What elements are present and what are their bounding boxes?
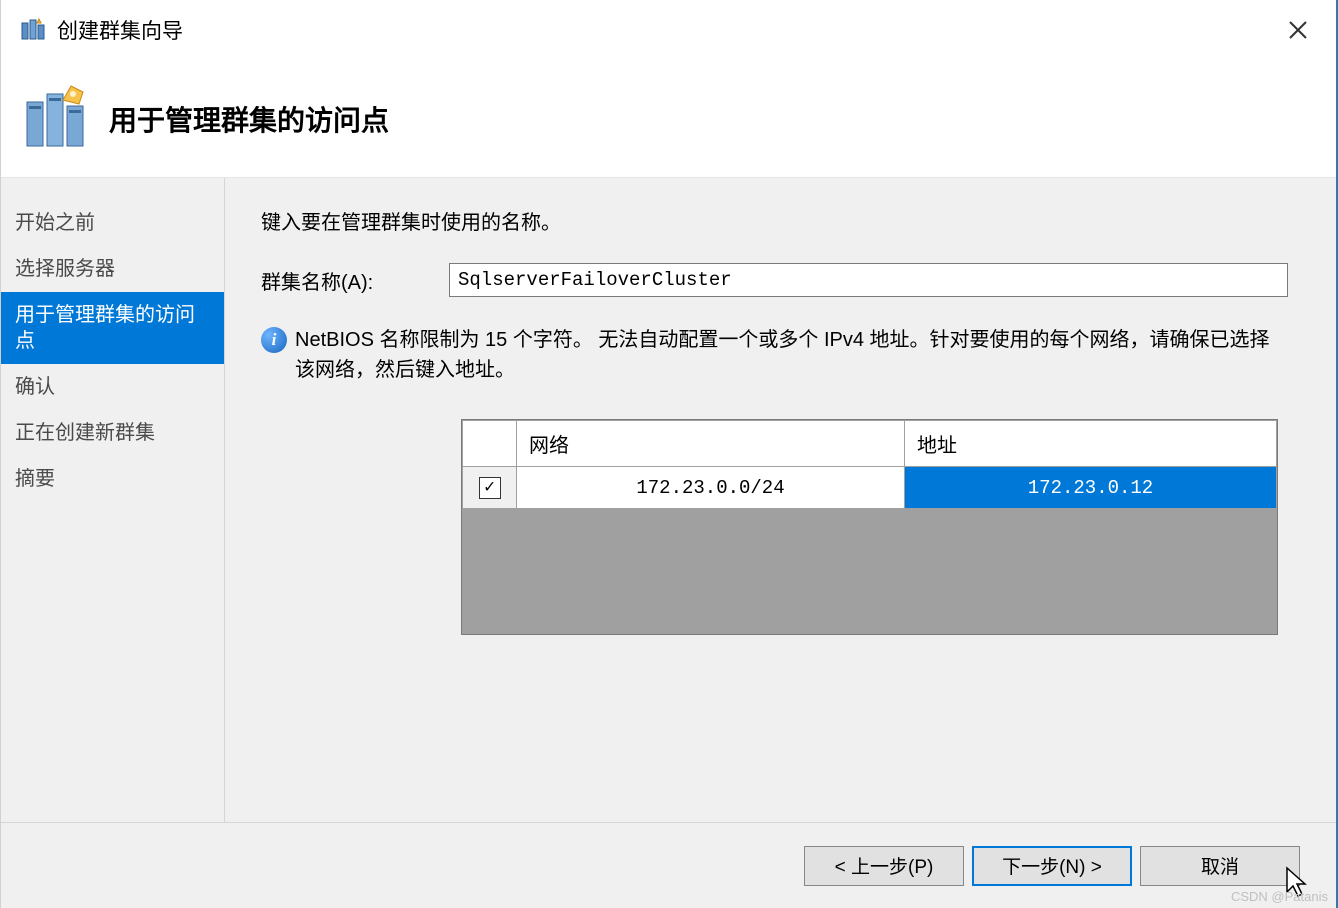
wizard-header: 用于管理群集的访问点 — [1, 60, 1336, 178]
cluster-name-row: 群集名称(A): — [261, 263, 1288, 297]
network-table-container: 网络 地址 ✓ 172.23.0.0/24 172.23.0.12 — [461, 419, 1278, 635]
table-header-check — [463, 421, 517, 467]
wizard-footer: < 上一步(P) 下一步(N) > 取消 — [1, 822, 1336, 908]
table-header-address: 地址 — [905, 421, 1277, 467]
info-message: i NetBIOS 名称限制为 15 个字符。 无法自动配置一个或多个 IPv4… — [261, 325, 1288, 385]
next-button[interactable]: 下一步(N) > — [972, 846, 1132, 886]
network-checkbox-cell: ✓ — [463, 467, 517, 509]
window-title: 创建群集向导 — [57, 15, 183, 45]
network-checkbox[interactable]: ✓ — [479, 477, 501, 499]
network-table: 网络 地址 ✓ 172.23.0.0/24 172.23.0.12 — [462, 420, 1277, 509]
sidebar-item-confirmation[interactable]: 确认 — [1, 364, 224, 410]
wizard-header-icon — [19, 80, 97, 158]
app-icon — [19, 16, 47, 44]
titlebar: 创建群集向导 — [1, 0, 1336, 60]
info-icon: i — [261, 327, 287, 353]
close-button[interactable] — [1278, 10, 1318, 50]
page-title: 用于管理群集的访问点 — [109, 99, 389, 139]
table-header-network: 网络 — [517, 421, 905, 467]
info-text: NetBIOS 名称限制为 15 个字符。 无法自动配置一个或多个 IPv4 地… — [295, 325, 1278, 385]
sidebar-item-before-begin[interactable]: 开始之前 — [1, 200, 224, 246]
wizard-body: 开始之前 选择服务器 用于管理群集的访问点 确认 正在创建新群集 摘要 键入要在… — [1, 178, 1336, 822]
previous-button[interactable]: < 上一步(P) — [804, 846, 964, 886]
close-icon — [1288, 20, 1308, 40]
sidebar-item-select-servers[interactable]: 选择服务器 — [1, 246, 224, 292]
cluster-name-label: 群集名称(A): — [261, 266, 449, 295]
network-cell[interactable]: 172.23.0.0/24 — [517, 467, 905, 509]
watermark: CSDN @Patanis — [1231, 889, 1328, 904]
sidebar-item-access-point[interactable]: 用于管理群集的访问点 — [1, 292, 224, 364]
sidebar-item-creating-cluster[interactable]: 正在创建新群集 — [1, 410, 224, 456]
sidebar-item-summary[interactable]: 摘要 — [1, 456, 224, 502]
wizard-content: 键入要在管理群集时使用的名称。 群集名称(A): i NetBIOS 名称限制为… — [225, 178, 1336, 822]
address-cell[interactable]: 172.23.0.12 — [905, 467, 1277, 509]
wizard-sidebar: 开始之前 选择服务器 用于管理群集的访问点 确认 正在创建新群集 摘要 — [1, 178, 225, 822]
cancel-button[interactable]: 取消 — [1140, 846, 1300, 886]
instruction-text: 键入要在管理群集时使用的名称。 — [261, 206, 1288, 235]
cluster-name-input[interactable] — [449, 263, 1288, 297]
table-row[interactable]: ✓ 172.23.0.0/24 172.23.0.12 — [463, 467, 1277, 509]
wizard-window: 创建群集向导 用于管理群集的访问点 开始之前 选择服 — [0, 0, 1338, 908]
